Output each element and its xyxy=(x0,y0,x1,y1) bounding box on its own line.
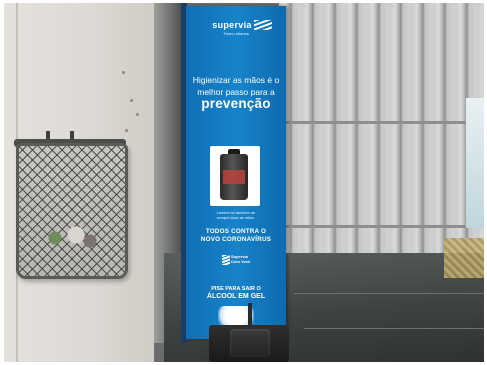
product-caption: Lembre-se também de sempre lavar as mãos… xyxy=(196,211,276,221)
photo-scene: supervia Trens urbanos Higienizar as mão… xyxy=(4,3,484,362)
wall-mark xyxy=(122,71,125,74)
partner-logo: Supervia Com Você xyxy=(222,254,252,268)
supervia-logo-icon xyxy=(254,20,272,30)
campaign-line2: NOVO CORONAVÍRUS xyxy=(200,235,272,243)
tactile-paving xyxy=(444,238,484,278)
brand-tagline: Trens urbanos xyxy=(223,31,249,36)
partner-logo-icon xyxy=(222,255,230,265)
floor-tile-line xyxy=(294,293,484,294)
wire-waste-basket xyxy=(16,143,128,279)
window-light xyxy=(466,98,484,228)
headline-strong: prevenção xyxy=(201,96,271,111)
basket-trash xyxy=(34,223,104,253)
instruction-line1: PISE PARA SAIR O xyxy=(211,286,261,292)
wall-mark xyxy=(125,129,128,132)
partner-logo-line2: Com Você xyxy=(231,258,251,264)
partner-logo-text: Supervia Com Você xyxy=(231,254,251,264)
campaign-line1: TODOS CONTRA O xyxy=(205,228,267,235)
bottle-label xyxy=(223,170,245,184)
product-caption-line2: sempre lavar as mãos. xyxy=(216,216,256,220)
headline: Higienizar as mãos é o melhor passo para… xyxy=(190,74,282,98)
wall-mark xyxy=(130,99,133,102)
wall-mark xyxy=(136,113,139,116)
shutter-band xyxy=(279,121,484,124)
campaign-text: TODOS CONTRA O NOVO CORONAVÍRUS xyxy=(190,228,282,243)
floor-tile-line xyxy=(304,328,484,329)
shutter-band xyxy=(279,225,484,228)
foot-pedal-icon[interactable] xyxy=(230,329,270,357)
product-image xyxy=(210,146,260,206)
instruction-line2: ÁLCOOL EM GEL xyxy=(206,293,266,300)
headline-line1: Higienizar as mãos é o xyxy=(192,75,280,85)
sanitizer-sign-panel: supervia Trens urbanos Higienizar as mão… xyxy=(186,6,286,339)
instruction: PISE PARA SAIR O ÁLCOOL EM GEL xyxy=(190,285,282,301)
